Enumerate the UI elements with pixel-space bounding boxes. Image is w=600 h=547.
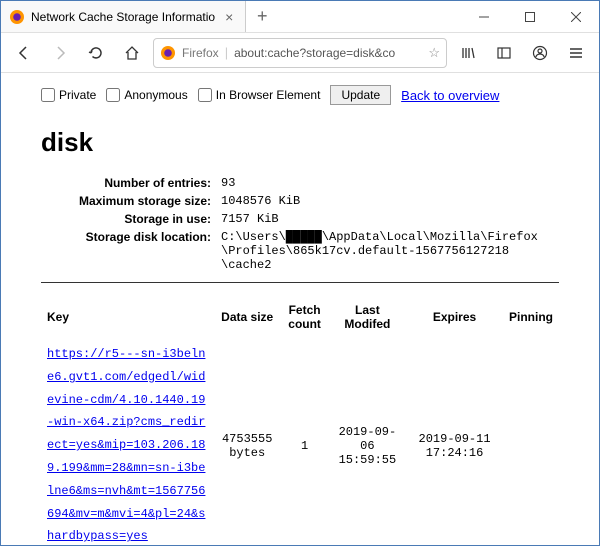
- nav-toolbar: Firefox | about:cache?storage=disk&co ☆: [1, 33, 599, 73]
- home-button[interactable]: [117, 38, 147, 68]
- account-button[interactable]: [525, 38, 555, 68]
- maximize-button[interactable]: [507, 1, 553, 32]
- max-storage-label: Maximum storage size:: [41, 194, 221, 208]
- anonymous-checkbox[interactable]: Anonymous: [106, 88, 187, 102]
- storage-info: Number of entries: 93 Maximum storage si…: [41, 176, 559, 272]
- in-use-label: Storage in use:: [41, 212, 221, 226]
- in-browser-checkbox[interactable]: In Browser Element: [198, 88, 321, 102]
- url-brand: Firefox: [182, 46, 219, 60]
- forward-button: [45, 38, 75, 68]
- url-bar[interactable]: Firefox | about:cache?storage=disk&co ☆: [153, 38, 447, 68]
- col-key: Key: [41, 297, 214, 337]
- in-use-value: 7157 KiB: [221, 212, 559, 226]
- entry-fetch: 1: [281, 337, 329, 547]
- num-entries-label: Number of entries:: [41, 176, 221, 190]
- private-label: Private: [59, 88, 96, 102]
- col-size: Data size: [214, 297, 281, 337]
- browser-tab[interactable]: Network Cache Storage Informatio ×: [1, 1, 246, 32]
- tab-favicon-icon: [9, 9, 25, 25]
- max-storage-value: 1048576 KiB: [221, 194, 559, 208]
- url-text: about:cache?storage=disk&co: [234, 46, 422, 60]
- private-checkbox[interactable]: Private: [41, 88, 96, 102]
- col-modified: Last Modifed: [329, 297, 406, 337]
- page-content: Private Anonymous In Browser Element Upd…: [1, 73, 599, 547]
- col-expires: Expires: [406, 297, 503, 337]
- back-to-overview-link[interactable]: Back to overview: [401, 88, 499, 103]
- table-header-row: Key Data size Fetch count Last Modifed E…: [41, 297, 559, 337]
- back-button[interactable]: [9, 38, 39, 68]
- col-pinning: Pinning: [503, 297, 559, 337]
- location-label: Storage disk location:: [41, 230, 221, 272]
- menu-button[interactable]: [561, 38, 591, 68]
- minimize-button[interactable]: [461, 1, 507, 32]
- bookmark-star-icon[interactable]: ☆: [428, 45, 440, 61]
- location-value: C:\Users\█████\AppData\Local\Mozilla\Fir…: [221, 230, 559, 272]
- firefox-logo-icon: [160, 45, 176, 61]
- entry-expires: 2019-09-11 17:24:16: [406, 337, 503, 547]
- table-row: https://r5---sn-i3belne6.gvt1.com/edgedl…: [41, 337, 559, 547]
- entry-key-link[interactable]: https://r5---sn-i3belne6.gvt1.com/edgedl…: [47, 347, 205, 543]
- num-entries-value: 93: [221, 176, 559, 190]
- entry-modified: 2019-09-06 15:59:55: [329, 337, 406, 547]
- titlebar: Network Cache Storage Informatio × +: [1, 1, 599, 33]
- url-separator: |: [225, 45, 228, 60]
- tab-close-icon[interactable]: ×: [221, 9, 237, 25]
- page-title: disk: [41, 127, 559, 158]
- divider: [41, 282, 559, 283]
- entry-pinning: [503, 337, 559, 547]
- update-button[interactable]: Update: [330, 85, 391, 105]
- in-browser-label: In Browser Element: [216, 88, 321, 102]
- anonymous-label: Anonymous: [124, 88, 187, 102]
- sidebar-button[interactable]: [489, 38, 519, 68]
- new-tab-button[interactable]: +: [246, 1, 278, 32]
- library-button[interactable]: [453, 38, 483, 68]
- options-row: Private Anonymous In Browser Element Upd…: [41, 85, 559, 105]
- entry-size: 4753555 bytes: [214, 337, 281, 547]
- cache-entries-table: Key Data size Fetch count Last Modifed E…: [41, 297, 559, 547]
- window-controls: [461, 1, 599, 32]
- col-fetch: Fetch count: [281, 297, 329, 337]
- tab-title: Network Cache Storage Informatio: [31, 10, 215, 24]
- close-window-button[interactable]: [553, 1, 599, 32]
- reload-button[interactable]: [81, 38, 111, 68]
